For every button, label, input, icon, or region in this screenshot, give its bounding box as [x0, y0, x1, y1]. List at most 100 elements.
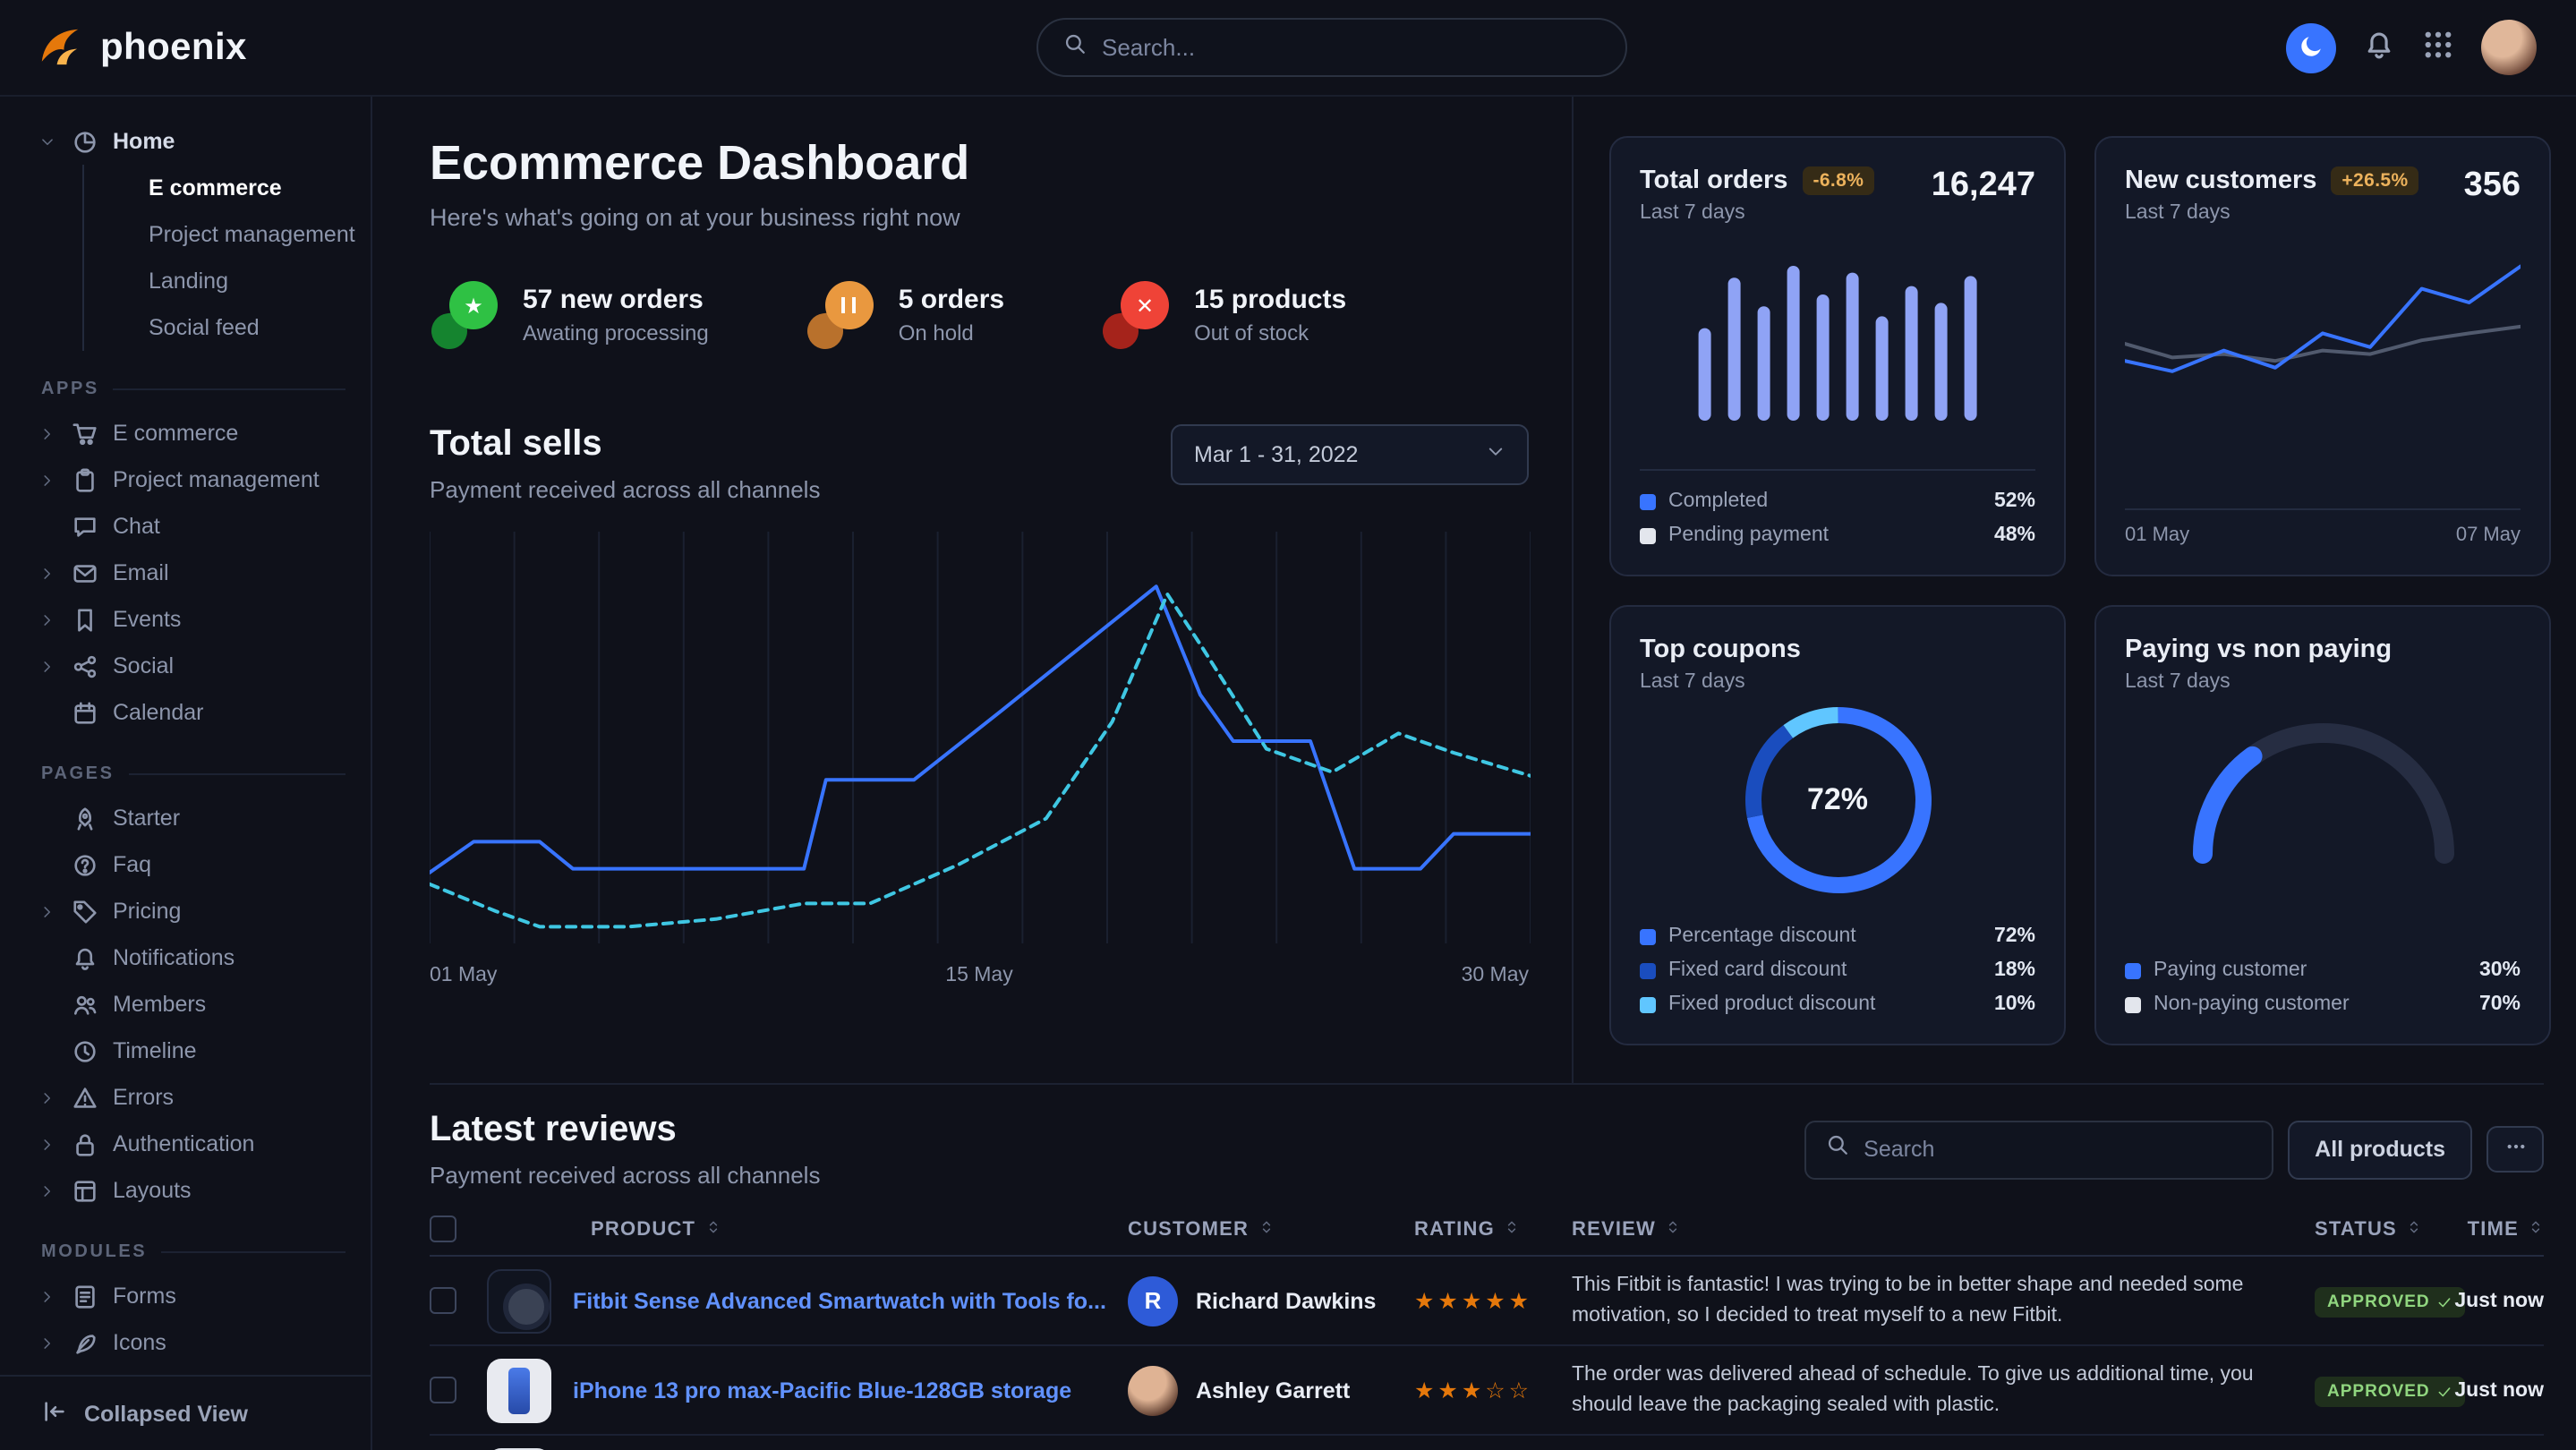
reviews-table: PRODUCTCUSTOMERRATINGREVIEWSTATUSTIME Fi… [430, 1203, 2544, 1450]
x-axis-label: 30 May [1462, 965, 1529, 986]
sidebar-item-notifications[interactable]: Notifications [0, 934, 371, 981]
sidebar-item-icons[interactable]: Icons [0, 1319, 371, 1366]
stat-value: 5 orders [899, 285, 1004, 315]
sidebar-item-project-management[interactable]: Project management [84, 211, 371, 258]
legend-item: Percentage discount72% [1640, 925, 2035, 947]
notifications-button[interactable] [2363, 29, 2395, 66]
sort-icon [704, 1218, 721, 1240]
sidebar-item-e-commerce[interactable]: E commerce [84, 165, 371, 211]
trend-badge: -6.8% [1802, 166, 1874, 195]
global-search[interactable] [1036, 18, 1626, 77]
brand-name: phoenix [100, 26, 247, 69]
sidebar-item-faq[interactable]: Faq [0, 841, 371, 888]
sort-icon [2406, 1218, 2422, 1240]
brand[interactable]: phoenix [36, 23, 376, 72]
column-header-customer[interactable]: CUSTOMER [1128, 1218, 1414, 1240]
customers-line-chart [2125, 242, 2521, 439]
sidebar-item-email[interactable]: Email [0, 550, 371, 596]
sidebar-item-social-feed[interactable]: Social feed [84, 304, 371, 351]
column-header-rating[interactable]: RATING [1414, 1218, 1572, 1240]
sidebar-item-calendar[interactable]: Calendar [0, 689, 371, 736]
card-title: Total orders [1640, 166, 1787, 195]
sidebar-item-chat[interactable]: Chat [0, 503, 371, 550]
sidebar-item-authentication[interactable]: Authentication [0, 1121, 371, 1167]
top-coupons-card: Top coupons Last 7 days 72% Percentage d… [1609, 605, 2066, 1045]
sidebar-item-label: Layouts [113, 1178, 192, 1203]
apps-grid-button[interactable] [2422, 29, 2454, 66]
collapsed-view-toggle[interactable]: Collapsed View [0, 1375, 371, 1450]
rocket-icon [72, 805, 98, 832]
column-header-time[interactable]: TIME [2454, 1218, 2544, 1240]
x-axis-labels: 01 May07 May [2125, 508, 2521, 546]
users-icon [72, 991, 98, 1018]
card-title: New customers [2125, 166, 2316, 195]
customer-avatar [1128, 1365, 1178, 1415]
status-badge: APPROVED [2315, 1377, 2466, 1407]
user-avatar[interactable] [2481, 20, 2537, 75]
coupons-donut-chart: 72% [1744, 707, 1931, 893]
column-header-review[interactable]: REVIEW [1572, 1218, 2315, 1240]
theme-toggle-button[interactable] [2286, 22, 2336, 72]
sidebar-item-label: Forms [113, 1284, 176, 1309]
sidebar-item-events[interactable]: Events [0, 596, 371, 643]
chevron-right-icon [39, 903, 57, 919]
total-sells-chart: 01 May15 May30 May [430, 532, 1529, 986]
clipboard-icon [72, 466, 98, 493]
ellipsis-icon [2503, 1135, 2527, 1164]
sidebar-item-errors[interactable]: Errors [0, 1074, 371, 1121]
orders-bar-chart [1640, 242, 2035, 421]
total-sells-subtitle: Payment received across all channels [430, 476, 820, 503]
sidebar-item-members[interactable]: Members [0, 981, 371, 1028]
reviews-subtitle: Payment received across all channels [430, 1162, 820, 1189]
sidebar-item-landing[interactable]: Landing [84, 258, 371, 304]
select-all-checkbox[interactable] [430, 1215, 456, 1242]
chat-icon [72, 513, 98, 540]
sidebar-item-starter[interactable]: Starter [0, 795, 371, 841]
column-header-status[interactable]: STATUS [2315, 1218, 2454, 1240]
sidebar-item-e-commerce[interactable]: E commerce [0, 410, 371, 456]
sidebar-item-social[interactable]: Social [0, 643, 371, 689]
customer-name: Ashley Garrett [1196, 1378, 1350, 1403]
star-icon: ★ [430, 281, 501, 349]
card-period: Last 7 days [2125, 202, 2419, 224]
sidebar-item-pricing[interactable]: Pricing [0, 888, 371, 934]
legend-item: Completed52% [1640, 490, 2035, 512]
row-checkbox[interactable] [430, 1377, 456, 1403]
date-range-select[interactable]: Mar 1 - 31, 2022 [1171, 424, 1529, 485]
stat-on-hold: 5 orders On hold [806, 281, 1004, 349]
all-products-button[interactable]: All products [2288, 1120, 2472, 1179]
chevron-right-icon [39, 1136, 57, 1152]
legend-item: Pending payment48% [1640, 525, 2035, 546]
product-link[interactable]: Fitbit Sense Advanced Smartwatch with To… [573, 1288, 1106, 1313]
sidebar-item-timeline[interactable]: Timeline [0, 1028, 371, 1074]
table-row: Fitbit Sense Advanced Smartwatch with To… [430, 1257, 2544, 1346]
chevron-right-icon [39, 1182, 57, 1198]
page-title: Ecommerce Dashboard [430, 136, 1529, 192]
sidebar-item-tables[interactable]: Tables [0, 1366, 371, 1375]
pie-icon [72, 128, 98, 155]
row-checkbox[interactable] [430, 1287, 456, 1314]
stat-caption: Out of stock [1194, 320, 1346, 345]
product-thumbnail [487, 1358, 551, 1422]
more-options-button[interactable] [2486, 1126, 2544, 1173]
product-link[interactable]: iPhone 13 pro max-Pacific Blue-128GB sto… [573, 1378, 1071, 1403]
sidebar-item-project-management[interactable]: Project management [0, 456, 371, 503]
rating-stars: ★★★☆☆ [1414, 1377, 1572, 1403]
sidebar-section-pages: PAGES [0, 764, 371, 784]
main-content: Ecommerce Dashboard Here's what's going … [372, 97, 2576, 1450]
global-search-input[interactable] [1102, 34, 1599, 61]
sidebar: HomeE commerceProject managementLandingS… [0, 97, 372, 1450]
sidebar-item-layouts[interactable]: Layouts [0, 1167, 371, 1214]
alert-icon [72, 1084, 98, 1111]
sidebar-item-forms[interactable]: Forms [0, 1273, 371, 1319]
column-header-product[interactable]: PRODUCT [487, 1218, 1128, 1240]
reviews-search-input[interactable] [1864, 1137, 2252, 1162]
status-badge: APPROVED [2315, 1287, 2466, 1318]
reviews-search[interactable] [1804, 1120, 2273, 1179]
date-range-value: Mar 1 - 31, 2022 [1194, 442, 1358, 467]
sidebar-item-label: Authentication [113, 1131, 254, 1156]
review-time: Just now [2454, 1379, 2544, 1401]
sidebar-section-apps: APPS [0, 380, 371, 399]
sidebar-item-home[interactable]: Home [0, 118, 371, 165]
customer-avatar: R [1128, 1275, 1178, 1326]
